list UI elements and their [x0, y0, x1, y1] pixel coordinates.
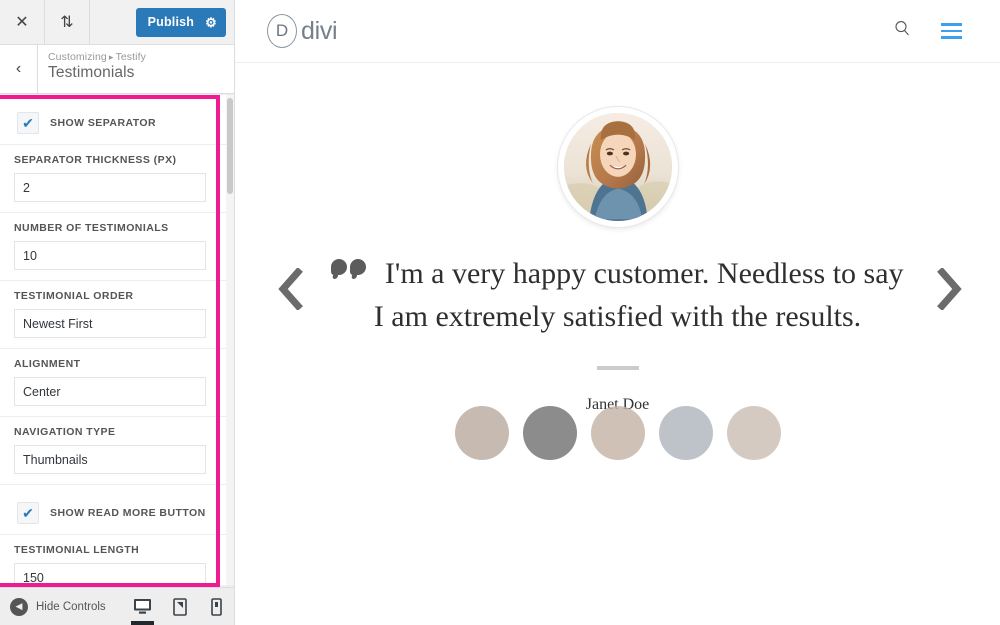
device-tablet-button[interactable]: [161, 588, 198, 625]
control-separator-thickness: SEPARATOR THICKNESS (PX): [14, 145, 214, 202]
publish-button[interactable]: Publish ⚙: [135, 7, 226, 37]
label-alignment: ALIGNMENT: [14, 358, 81, 370]
collapse-sidebar-button[interactable]: ⇅: [45, 0, 90, 44]
back-button[interactable]: ‹: [0, 45, 38, 93]
testimonial-thumbnail-nav[interactable]: [235, 406, 1000, 461]
thumbnail-item[interactable]: [454, 406, 509, 461]
customizer-screen: ✕ ⇅ Publish ⚙ ‹ Customizing ▸ Testify Te…: [0, 0, 1000, 625]
testimonial-slider: I'm a very happy customer. Needless to s…: [235, 63, 1000, 461]
sidebar-scrollbar-track[interactable]: [226, 95, 234, 585]
label-show-separator: SHOW SEPARATOR: [50, 116, 157, 129]
testimonial-text: I'm a very happy customer. Needless to s…: [373, 257, 904, 333]
chevron-left-icon: ‹: [15, 60, 22, 77]
site-logo-text: divi: [301, 16, 338, 45]
quote-mark-icon: [331, 259, 369, 275]
avatar: [557, 107, 678, 227]
slider-next-button[interactable]: [936, 268, 962, 310]
customizer-panel-header: ‹ Customizing ▸ Testify Testimonials: [0, 45, 234, 94]
control-divider: [0, 484, 228, 485]
divi-logo-icon: D: [267, 14, 297, 48]
checkbox-show-read-more-button[interactable]: ✔: [17, 501, 39, 524]
topbar-spacer: [90, 0, 136, 44]
thumbnail-item[interactable]: [522, 406, 577, 461]
label-navigation-type: NAVIGATION TYPE: [14, 426, 116, 438]
site-header-actions: [894, 20, 962, 42]
chevron-right-icon: [937, 268, 962, 310]
testimonial-separator: [596, 366, 639, 371]
label-show-read-more-button: SHOW READ MORE BUTTON: [50, 506, 206, 519]
input-navigation-type[interactable]: [14, 445, 206, 474]
burger-line: [941, 29, 962, 33]
control-show-read-more-button[interactable]: ✔ SHOW READ MORE BUTTON: [14, 496, 214, 529]
quote-dot: [350, 259, 367, 275]
hide-controls-label: Hide Controls: [36, 600, 106, 613]
hide-controls-button[interactable]: ◀ Hide Controls: [0, 597, 106, 616]
site-preview-pane: D divi I'm a very happy customer. Needle…: [235, 0, 1000, 625]
customizer-footer: ◀ Hide Controls: [0, 587, 234, 625]
burger-line: [941, 36, 962, 39]
avatar-photo: [563, 113, 672, 221]
site-logo[interactable]: D divi: [267, 14, 338, 48]
breadcrumb: Customizing ▸ Testify: [48, 51, 146, 63]
control-number-of-testimonials: NUMBER OF TESTIMONIALS: [14, 213, 214, 270]
control-testimonial-length: TESTIMONIAL LENGTH: [14, 535, 214, 585]
tablet-icon: [172, 597, 187, 616]
gear-icon[interactable]: ⚙: [205, 16, 217, 29]
device-mobile-button[interactable]: [198, 588, 234, 625]
site-header: D divi: [235, 0, 1000, 63]
quote-dot: [331, 259, 348, 275]
input-number-of-testimonials[interactable]: [14, 241, 206, 270]
close-icon: ✕: [15, 14, 29, 31]
input-separator-thickness[interactable]: [14, 173, 206, 202]
testimonial-quote-block: I'm a very happy customer. Needless to s…: [235, 253, 1000, 338]
close-customizer-button[interactable]: ✕: [0, 0, 45, 44]
page-title: Testimonials: [48, 64, 135, 81]
thumbnail-item[interactable]: [658, 406, 713, 461]
checkbox-show-separator[interactable]: ✔: [17, 111, 39, 134]
panel-heading-text: Customizing ▸ Testify Testimonials: [38, 45, 146, 93]
label-testimonial-order: TESTIMONIAL ORDER: [14, 290, 134, 302]
wordpress-customizer-sidebar: ✕ ⇅ Publish ⚙ ‹ Customizing ▸ Testify Te…: [0, 0, 235, 625]
sidebar-scrollbar-thumb[interactable]: [227, 98, 233, 194]
control-navigation-type: NAVIGATION TYPE: [14, 417, 214, 474]
control-testimonial-order: TESTIMONIAL ORDER: [14, 281, 214, 338]
collapse-arrows-icon: ⇅: [60, 14, 74, 31]
collapse-left-icon: ◀: [10, 597, 28, 616]
control-show-separator[interactable]: ✔ SHOW SEPARATOR: [14, 106, 214, 139]
device-desktop-button[interactable]: [124, 588, 161, 625]
label-testimonial-length: TESTIMONIAL LENGTH: [14, 544, 140, 556]
breadcrumb-current: Testify: [115, 51, 146, 63]
burger-line: [941, 23, 962, 26]
search-icon[interactable]: [894, 20, 911, 42]
label-number-of-testimonials: NUMBER OF TESTIMONIALS: [14, 222, 169, 234]
input-testimonial-length[interactable]: [14, 563, 206, 585]
breadcrumb-root: Customizing: [48, 51, 107, 63]
customizer-topbar: ✕ ⇅ Publish ⚙: [0, 0, 234, 45]
hamburger-menu-icon[interactable]: [941, 23, 962, 39]
publish-button-wrap: Publish ⚙: [135, 0, 234, 44]
input-alignment[interactable]: [14, 377, 206, 406]
slider-prev-button[interactable]: [277, 268, 303, 310]
thumbnail-item[interactable]: [590, 406, 645, 461]
breadcrumb-separator-icon: ▸: [108, 52, 114, 62]
device-preview-switcher: [124, 588, 234, 625]
customizer-controls-list[interactable]: ✔ SHOW SEPARATOR SEPARATOR THICKNESS (PX) N…: [0, 95, 228, 585]
input-testimonial-order[interactable]: [14, 309, 206, 338]
desktop-icon: [134, 599, 151, 614]
publish-label: Publish: [147, 15, 195, 29]
control-alignment: ALIGNMENT: [14, 349, 214, 406]
thumbnail-item[interactable]: [726, 406, 781, 461]
mobile-icon: [211, 597, 222, 616]
chevron-left-icon: [278, 268, 303, 310]
label-separator-thickness: SEPARATOR THICKNESS (PX): [14, 154, 177, 166]
